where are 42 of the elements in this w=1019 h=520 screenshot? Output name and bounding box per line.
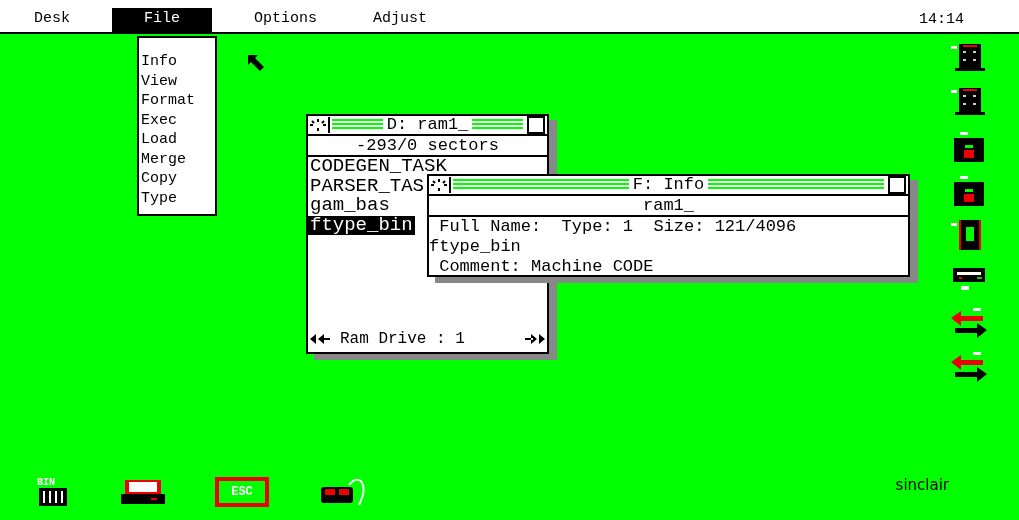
menu-entry[interactable]: Merge — [141, 149, 215, 169]
size-box[interactable] — [527, 116, 545, 134]
menu-item[interactable]: Options — [240, 8, 332, 32]
window-title: F: Info — [631, 176, 706, 194]
menu-entry[interactable]: Load — [141, 130, 215, 150]
menu-entry[interactable]: Info — [141, 52, 215, 72]
info-text: Full Name: Type: 1 Size: 121/4096 — [438, 217, 798, 237]
listing-row[interactable]: ftype_bin — [308, 215, 415, 235]
menu-entry[interactable]: Exec — [141, 110, 215, 130]
pointer-icon — [248, 55, 264, 71]
move-icon[interactable] — [308, 117, 330, 133]
bin-label: BIN — [37, 477, 55, 488]
menu-item[interactable]: Adjust — [359, 8, 442, 32]
battery-icon[interactable] — [951, 176, 987, 206]
printer-icon[interactable] — [121, 478, 165, 506]
sector-count: -293/0 sectors — [308, 136, 547, 157]
info-text: Comment: Machine CODE — [438, 257, 655, 277]
scroll-right-icon[interactable] — [523, 334, 545, 344]
transfer-arrows-icon[interactable] — [951, 352, 987, 382]
escape-label: ESC — [231, 485, 253, 499]
clock: 14:14 — [919, 11, 964, 30]
listing-row[interactable]: gam_bas — [308, 196, 392, 216]
menu-entry[interactable]: Copy — [141, 169, 215, 189]
menu-entry[interactable]: Format — [141, 91, 215, 111]
drive-name: ram1_ — [429, 196, 908, 217]
listing-row[interactable]: PARSER_TAS — [308, 176, 427, 196]
listing-row[interactable]: CODEGEN_TASK — [308, 157, 449, 177]
menu-entry[interactable]: View — [141, 71, 215, 91]
drive-icon[interactable] — [951, 88, 987, 118]
menu-item[interactable]: Desk — [20, 8, 84, 32]
drive-label: Ram Drive : 1 — [340, 330, 466, 348]
logo: sinclair — [895, 476, 949, 494]
drive-icon[interactable] — [951, 44, 987, 74]
info-text: ftype_bin — [429, 237, 522, 257]
transfer-arrows-icon[interactable] — [951, 308, 987, 338]
battery-icon[interactable] — [951, 132, 987, 162]
size-box[interactable] — [888, 176, 906, 194]
menu-entry[interactable]: Type — [141, 188, 215, 208]
move-icon[interactable] — [429, 177, 451, 193]
menu-item[interactable]: File — [112, 8, 213, 32]
scroll-left-icon[interactable] — [310, 334, 332, 344]
window-title: D: ram1_ — [385, 116, 470, 134]
